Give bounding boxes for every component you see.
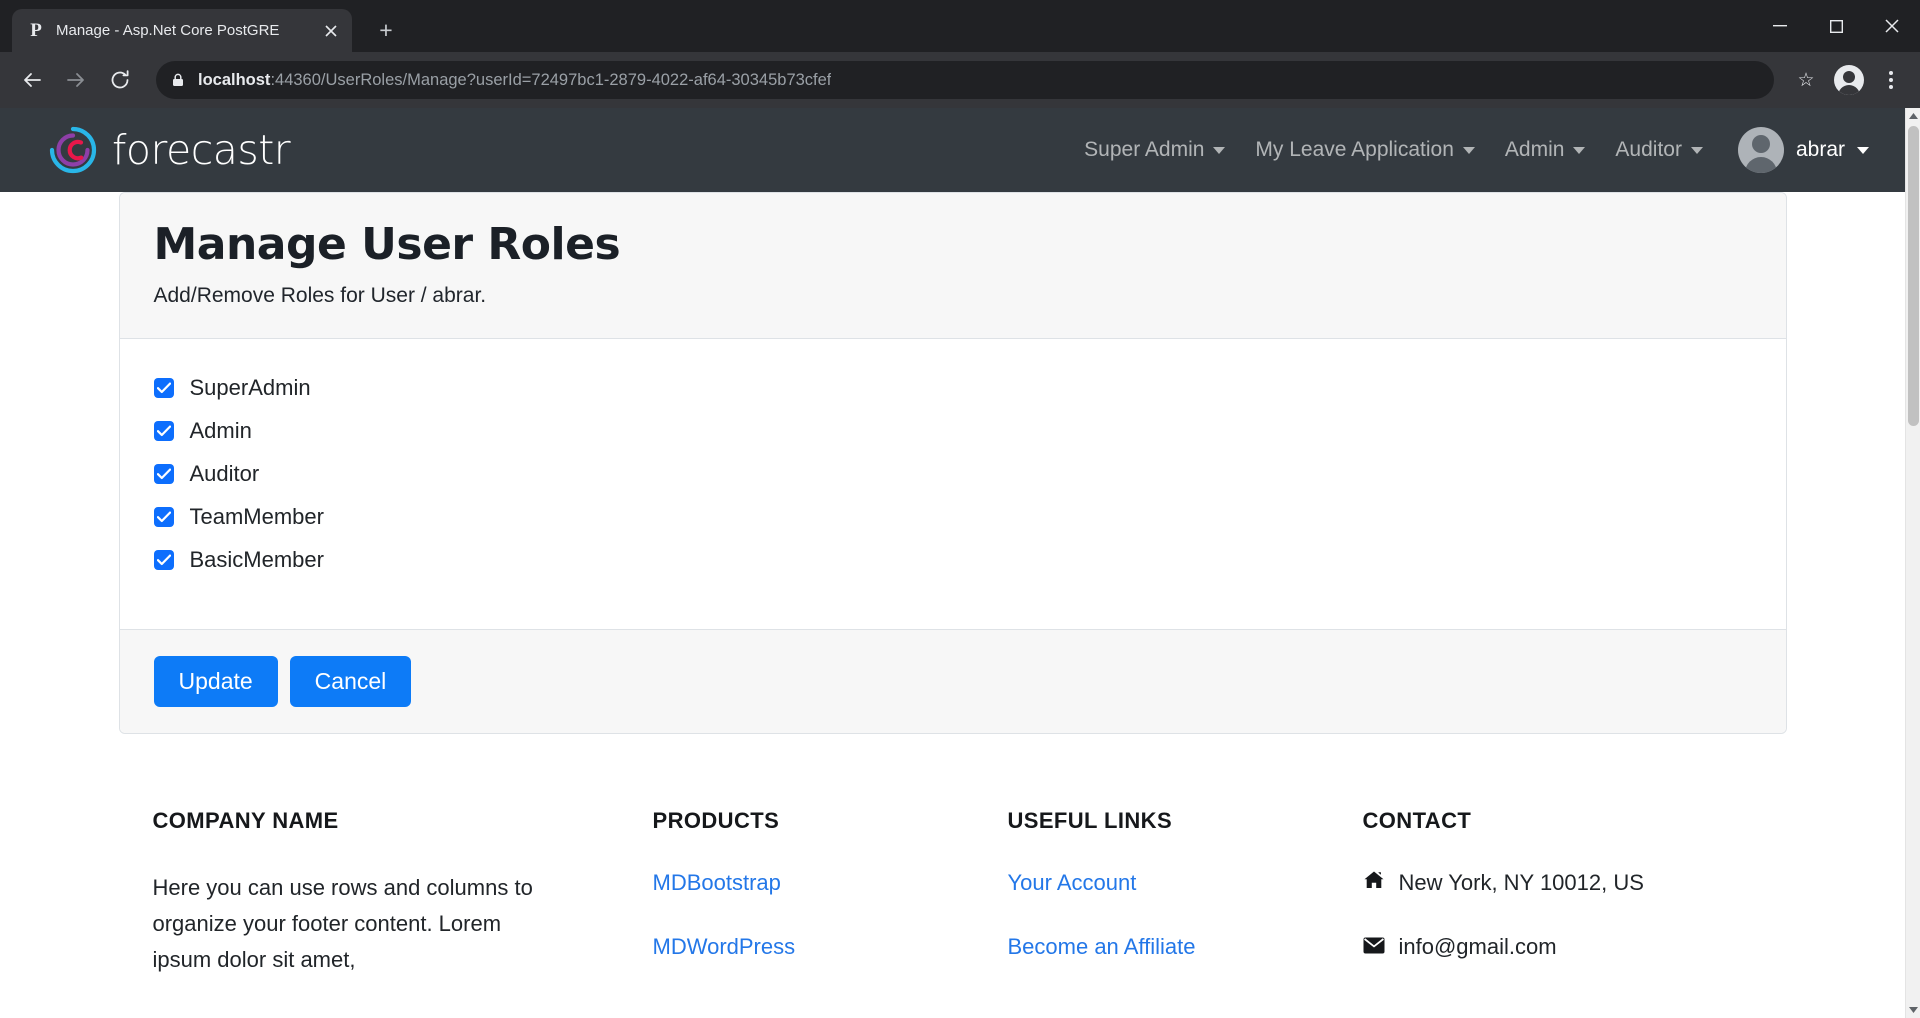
tab-favicon-icon: P: [30, 20, 42, 41]
scroll-up-arrow-icon[interactable]: [1906, 108, 1920, 124]
footer-column-products: PRODUCTS MDBootstrap MDWordPress: [619, 808, 974, 998]
footer-link-mdwordpress[interactable]: MDWordPress: [653, 934, 974, 960]
role-checkbox-admin[interactable]: [153, 421, 174, 441]
forecastr-spiral-logo-icon: [48, 125, 98, 175]
nav-item-admin[interactable]: Admin: [1490, 138, 1601, 162]
chevron-down-icon: [1690, 146, 1703, 154]
back-button[interactable]: [12, 60, 52, 100]
site-footer: COMPANY NAME Here you can use rows and c…: [0, 782, 1905, 999]
nav-item-label: My Leave Application: [1255, 138, 1454, 161]
card-header: Manage User Roles Add/Remove Roles for U…: [119, 193, 1786, 339]
scroll-down-arrow-icon[interactable]: [1906, 1002, 1920, 1018]
role-label: SuperAdmin: [189, 375, 311, 400]
chevron-down-icon: [1573, 146, 1586, 154]
footer-grid: COMPANY NAME Here you can use rows and c…: [119, 808, 1787, 998]
page-subtitle: Add/Remove Roles for User / abrar.: [153, 284, 487, 307]
footer-heading: USEFUL LINKS: [1007, 808, 1173, 834]
tab-strip: P Manage - Asp.Net Core PostGRE +: [0, 0, 406, 52]
footer-company-text: Here you can use rows and columns to org…: [152, 875, 533, 972]
navbar-menu: Super Admin My Leave Application Admin A…: [1069, 127, 1869, 173]
role-checkbox-basicmember[interactable]: [153, 550, 174, 570]
avatar: [1737, 127, 1784, 173]
address-bar-text: localhost:44360/UserRoles/Manage?userId=…: [198, 71, 831, 90]
footer-column-useful-links: USEFUL LINKS Your Account Become an Affi…: [974, 808, 1329, 998]
bookmark-star-icon[interactable]: ☆: [1790, 69, 1822, 92]
main-content: Manage User Roles Add/Remove Roles for U…: [0, 192, 1905, 735]
footer-address: New York, NY 10012, US: [1363, 870, 1787, 896]
window-close-button[interactable]: [1864, 0, 1920, 52]
footer-link-become-an-affiliate[interactable]: Become an Affiliate: [1008, 934, 1329, 960]
url-path: :44360/UserRoles/Manage?userId=72497bc1-…: [270, 70, 832, 89]
url-host: localhost: [198, 70, 271, 89]
chevron-down-icon: [1857, 146, 1869, 154]
page-scrollbar[interactable]: [1905, 108, 1920, 1018]
page-title: Manage User Roles: [153, 219, 621, 270]
role-label: Auditor: [189, 461, 260, 486]
forward-button[interactable]: [56, 60, 96, 100]
role-checkbox-superadmin[interactable]: [153, 378, 174, 398]
footer-heading: COMPANY NAME: [152, 808, 339, 834]
user-menu[interactable]: abrar: [1718, 127, 1869, 173]
nav-item-label: Auditor: [1615, 138, 1682, 161]
new-tab-button[interactable]: +: [366, 10, 406, 50]
home-icon: [1363, 870, 1385, 896]
footer-link-mdbootstrap[interactable]: MDBootstrap: [653, 870, 974, 896]
footer-link-your-account[interactable]: Your Account: [1008, 870, 1329, 896]
browser-profile-avatar[interactable]: [1834, 65, 1864, 95]
role-label: TeamMember: [189, 504, 324, 529]
tab-close-icon[interactable]: [320, 20, 342, 42]
role-label: Admin: [189, 418, 252, 443]
update-button[interactable]: Update: [153, 656, 278, 708]
tab-title: Manage - Asp.Net Core PostGRE: [56, 22, 280, 39]
lock-icon: [170, 72, 186, 88]
user-name: abrar: [1795, 138, 1845, 161]
cancel-button[interactable]: Cancel: [289, 656, 412, 708]
page-content: forecastr Super Admin My Leave Applicati…: [0, 108, 1905, 1018]
address-bar[interactable]: localhost:44360/UserRoles/Manage?userId=…: [156, 61, 1774, 99]
browser-window: P Manage - Asp.Net Core PostGRE + localh…: [0, 0, 1920, 1018]
footer-column-contact: CONTACT New York, NY 10012, US info@gmai…: [1329, 808, 1787, 998]
role-label: BasicMember: [189, 547, 324, 572]
roles-list: SuperAdmin Admin Auditor TeamMember Basi…: [119, 339, 1786, 629]
browser-menu-icon[interactable]: [1874, 71, 1908, 89]
site-navbar: forecastr Super Admin My Leave Applicati…: [0, 108, 1905, 192]
manage-user-roles-card: Manage User Roles Add/Remove Roles for U…: [118, 192, 1787, 735]
minimize-button[interactable]: [1752, 0, 1808, 52]
reload-button[interactable]: [100, 60, 140, 100]
nav-item-my-leave-application[interactable]: My Leave Application: [1240, 138, 1489, 162]
nav-item-label: Admin: [1504, 138, 1565, 161]
role-row[interactable]: TeamMember: [153, 504, 1752, 530]
footer-address-text: New York, NY 10012, US: [1398, 870, 1644, 896]
browser-toolbar: localhost:44360/UserRoles/Manage?userId=…: [0, 52, 1920, 108]
chevron-down-icon: [1213, 146, 1226, 154]
maximize-button[interactable]: [1808, 0, 1864, 52]
role-row[interactable]: BasicMember: [153, 547, 1752, 573]
role-checkbox-auditor[interactable]: [153, 464, 174, 484]
footer-heading: CONTACT: [1362, 808, 1472, 834]
envelope-icon: [1363, 934, 1385, 960]
card-actions: Update Cancel: [119, 629, 1786, 734]
scrollbar-thumb[interactable]: [1908, 126, 1919, 426]
browser-titlebar: P Manage - Asp.Net Core PostGRE +: [0, 0, 1920, 52]
footer-heading: PRODUCTS: [652, 808, 780, 834]
nav-item-label: Super Admin: [1084, 138, 1205, 161]
window-controls: [1752, 0, 1920, 52]
footer-column-company: COMPANY NAME Here you can use rows and c…: [119, 808, 619, 998]
brand-name: forecastr: [112, 126, 291, 174]
page-viewport: forecastr Super Admin My Leave Applicati…: [0, 108, 1920, 1018]
footer-email-text: info@gmail.com: [1398, 934, 1557, 960]
nav-item-auditor[interactable]: Auditor: [1600, 138, 1718, 162]
role-checkbox-teammember[interactable]: [153, 507, 174, 527]
role-row[interactable]: Auditor: [153, 461, 1752, 487]
role-row[interactable]: Admin: [153, 418, 1752, 444]
browser-tab[interactable]: P Manage - Asp.Net Core PostGRE: [12, 9, 352, 52]
footer-email: info@gmail.com: [1363, 934, 1787, 960]
role-row[interactable]: SuperAdmin: [153, 375, 1752, 401]
brand-logo-link[interactable]: forecastr: [48, 125, 291, 175]
nav-item-super-admin[interactable]: Super Admin: [1069, 138, 1240, 162]
chevron-down-icon: [1462, 146, 1475, 154]
